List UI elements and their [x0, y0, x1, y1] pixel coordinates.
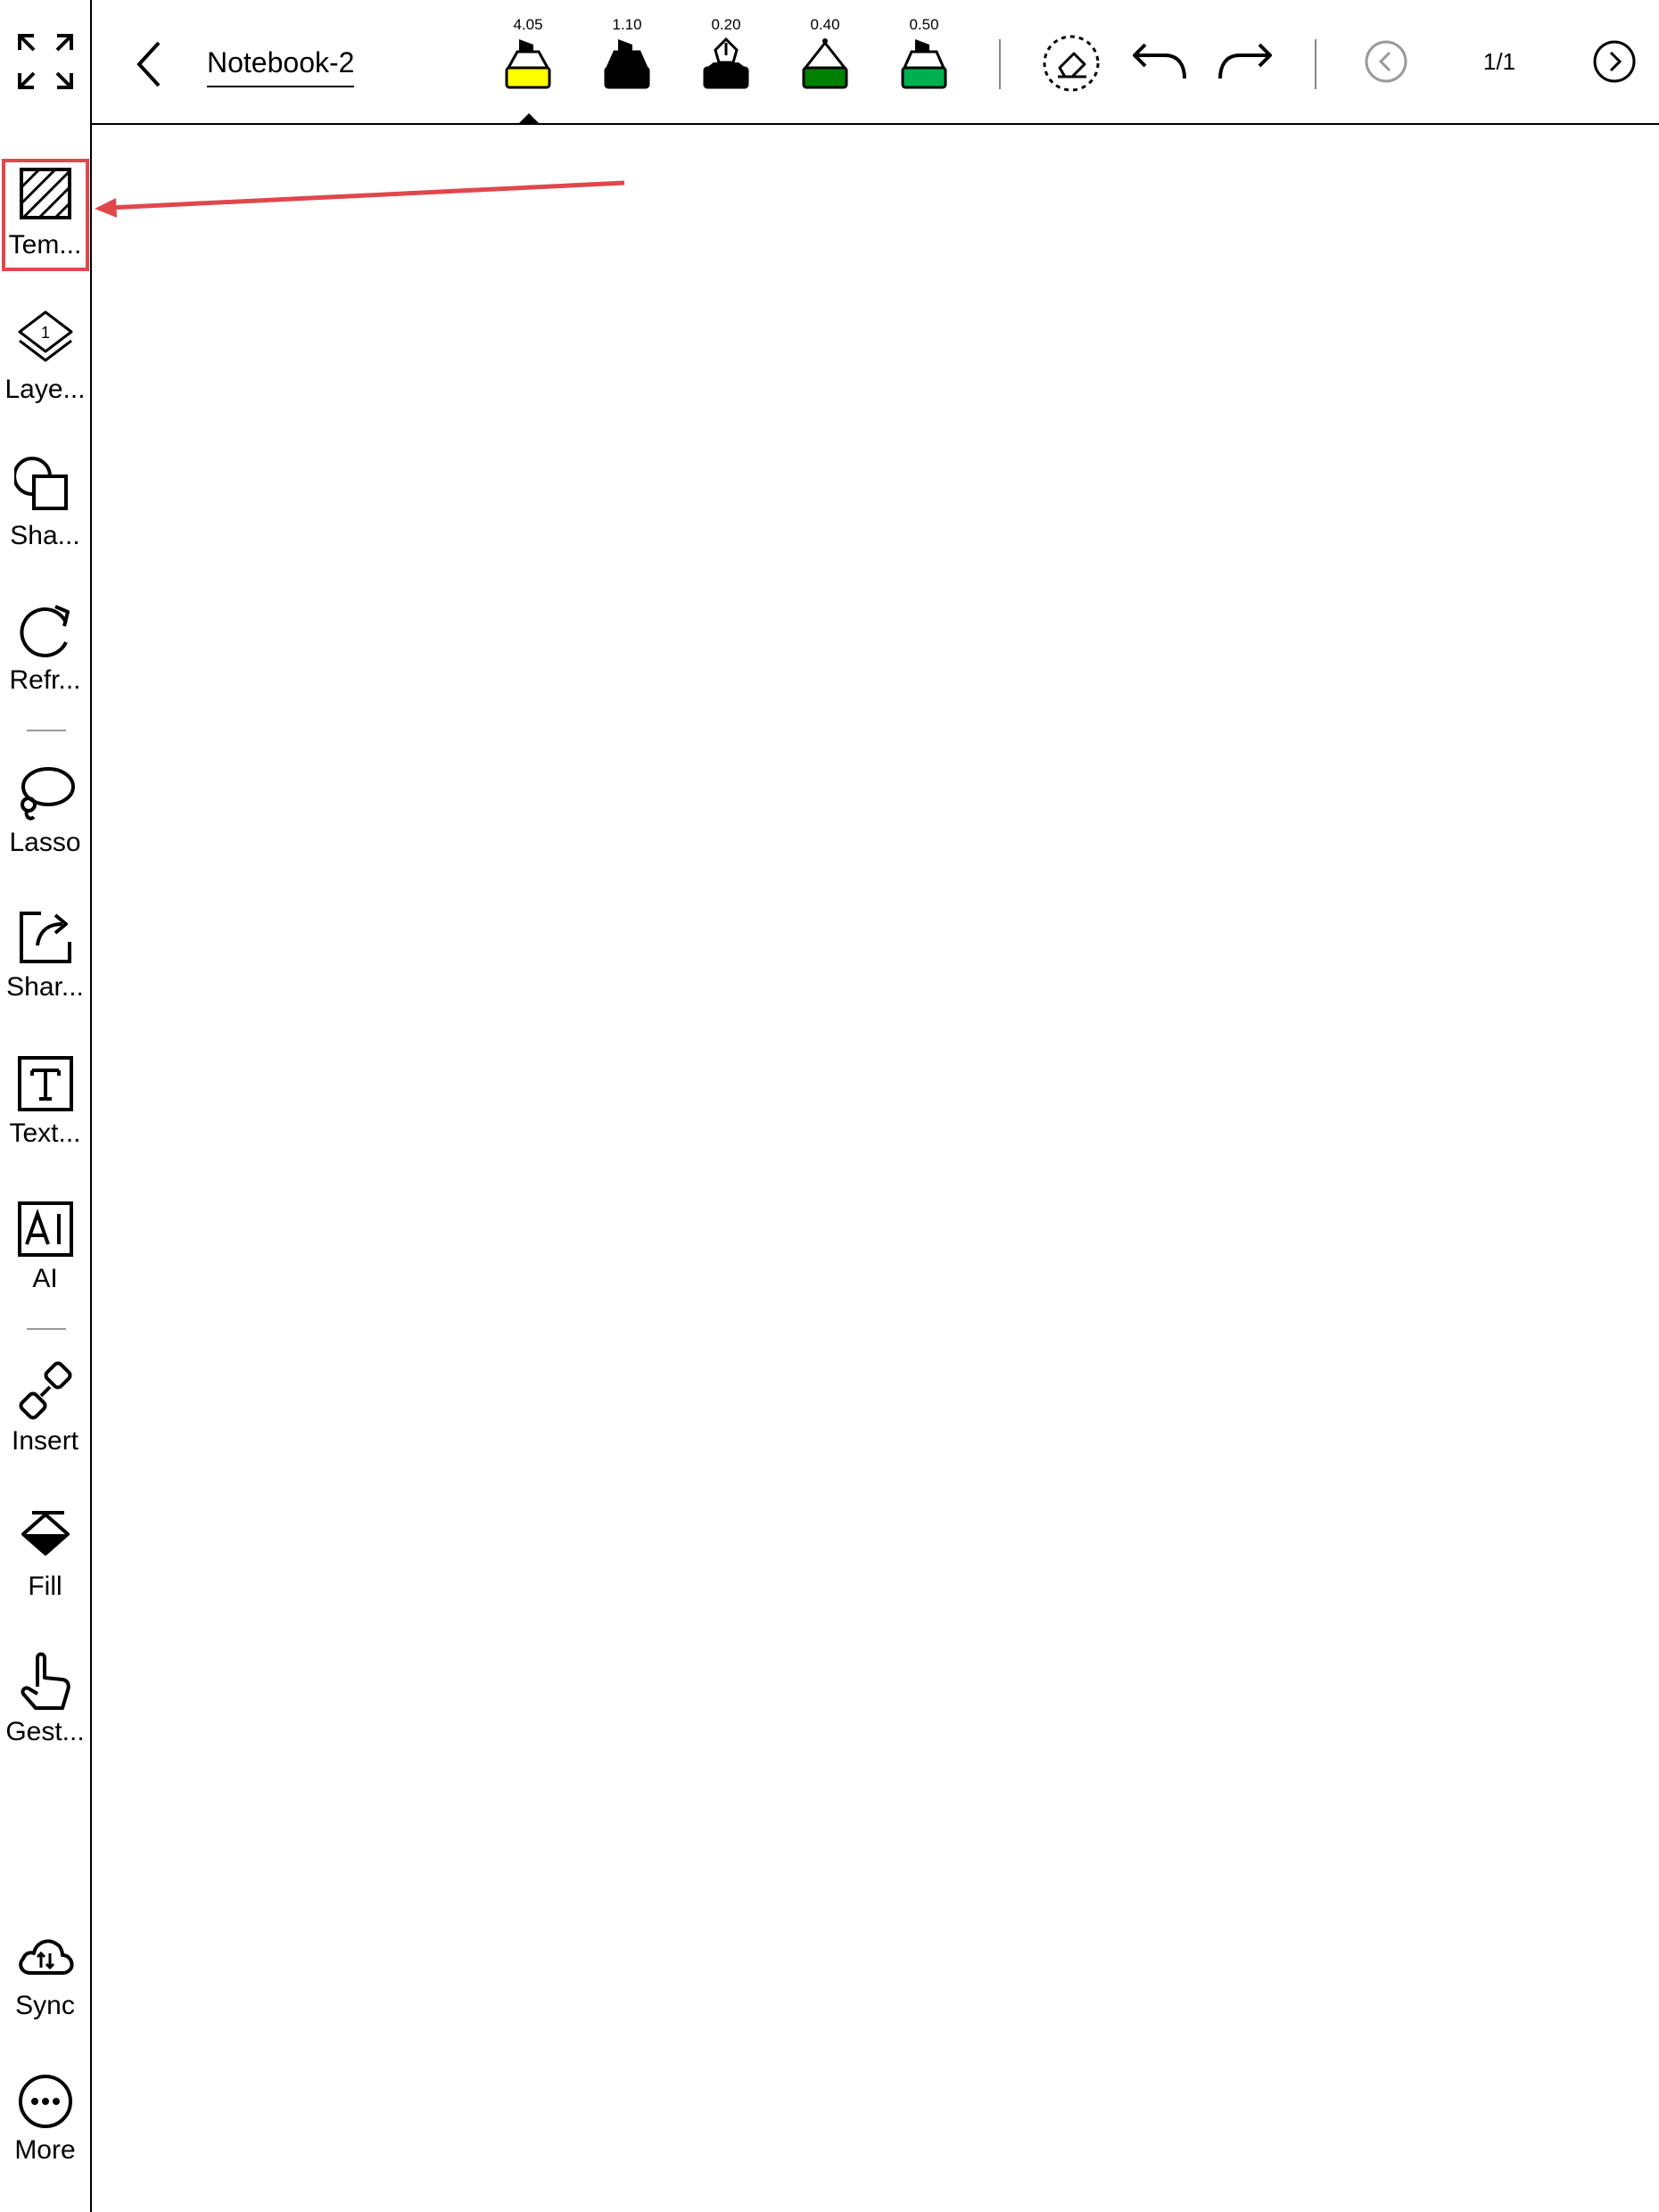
sidebar-divider	[27, 1328, 66, 1330]
page-indicator[interactable]: 1/1	[1476, 46, 1523, 77]
gesture-hand-icon	[14, 1651, 77, 1713]
insert-link-icon	[14, 1360, 77, 1423]
share-icon	[14, 906, 77, 969]
fullscreen-icon[interactable]	[14, 30, 77, 93]
marker-icon	[604, 39, 650, 89]
selected-pen-indicator	[518, 113, 540, 124]
sidebar-item-label: Sha...	[10, 521, 80, 550]
sidebar-divider	[27, 730, 66, 731]
back-chevron-icon[interactable]	[134, 39, 166, 89]
pen-size-label: 0.40	[810, 16, 840, 33]
highlight-box	[2, 159, 89, 271]
shapes-icon	[13, 455, 77, 517]
sidebar-item-label: Text...	[9, 1118, 81, 1148]
highlighter-icon	[505, 39, 551, 89]
previous-page-icon[interactable]	[1364, 39, 1408, 84]
layers-icon: 1	[14, 309, 77, 371]
refresh-icon	[14, 599, 77, 662]
text-icon	[14, 1052, 77, 1115]
toolbar-divider	[1315, 39, 1316, 89]
pen-size-label: 4.05	[513, 16, 543, 33]
sidebar-item-label: Fill	[28, 1572, 62, 1601]
sidebar-item-sync[interactable]: Sync	[0, 1925, 90, 2021]
sidebar-item-label: Laye...	[4, 375, 86, 404]
sidebar-item-label: Shar...	[6, 972, 84, 1002]
pen-slot-2[interactable]: 1.10	[598, 16, 656, 91]
sidebar-item-label: Insert	[11, 1426, 79, 1456]
eraser-icon[interactable]	[1040, 32, 1102, 95]
sidebar-item-share[interactable]: Shar...	[0, 906, 90, 1003]
sidebar-item-label: Gest...	[5, 1717, 85, 1746]
sidebar-item-label: Lasso	[9, 828, 81, 857]
pen-size-label: 0.20	[711, 16, 741, 33]
undo-icon[interactable]	[1129, 36, 1190, 86]
next-page-icon[interactable]	[1592, 39, 1637, 84]
redo-icon[interactable]	[1215, 36, 1275, 86]
marker-icon	[901, 39, 947, 89]
sidebar-item-label: More	[14, 2135, 76, 2165]
sidebar-item-text[interactable]: Text...	[0, 1052, 90, 1149]
sidebar-item-gesture[interactable]: Gest...	[0, 1651, 90, 1747]
pen-slot-1[interactable]: 4.05	[499, 16, 557, 91]
pen-slot-5[interactable]: 0.50	[896, 16, 953, 91]
cloud-sync-icon	[14, 1925, 77, 1987]
sidebar-item-more[interactable]: More	[0, 2069, 90, 2166]
sidebar-item-insert[interactable]: Insert	[0, 1360, 90, 1457]
sidebar-item-fill[interactable]: Fill	[0, 1506, 90, 1602]
fountain-pen-icon	[703, 37, 749, 89]
notebook-title[interactable]: Notebook-2	[207, 45, 355, 87]
toolbar-divider	[999, 39, 1001, 89]
sidebar-item-label: Refr...	[9, 665, 81, 695]
layer-count-badge: 1	[40, 324, 49, 342]
ballpoint-pen-icon	[802, 38, 848, 89]
pen-slot-3[interactable]: 0.20	[697, 16, 755, 91]
lasso-icon	[14, 762, 77, 824]
sidebar-item-refresh[interactable]: Refr...	[0, 599, 90, 696]
pen-size-label: 0.50	[909, 16, 939, 33]
note-canvas[interactable]	[94, 127, 1659, 2212]
sidebar-item-shapes[interactable]: Sha...	[0, 455, 90, 551]
fill-bucket-icon	[14, 1506, 77, 1568]
sidebar-item-label: Sync	[15, 1991, 75, 2020]
sidebar-item-label: AI	[32, 1264, 58, 1293]
sidebar-item-layers[interactable]: 1 Laye...	[0, 309, 90, 405]
ai-icon	[14, 1198, 77, 1260]
more-icon	[14, 2069, 77, 2132]
pen-slot-4[interactable]: 0.40	[796, 16, 854, 91]
sidebar-item-ai[interactable]: AI	[0, 1198, 90, 1294]
sidebar-item-lasso[interactable]: Lasso	[0, 762, 90, 858]
pen-size-label: 1.10	[612, 16, 642, 33]
